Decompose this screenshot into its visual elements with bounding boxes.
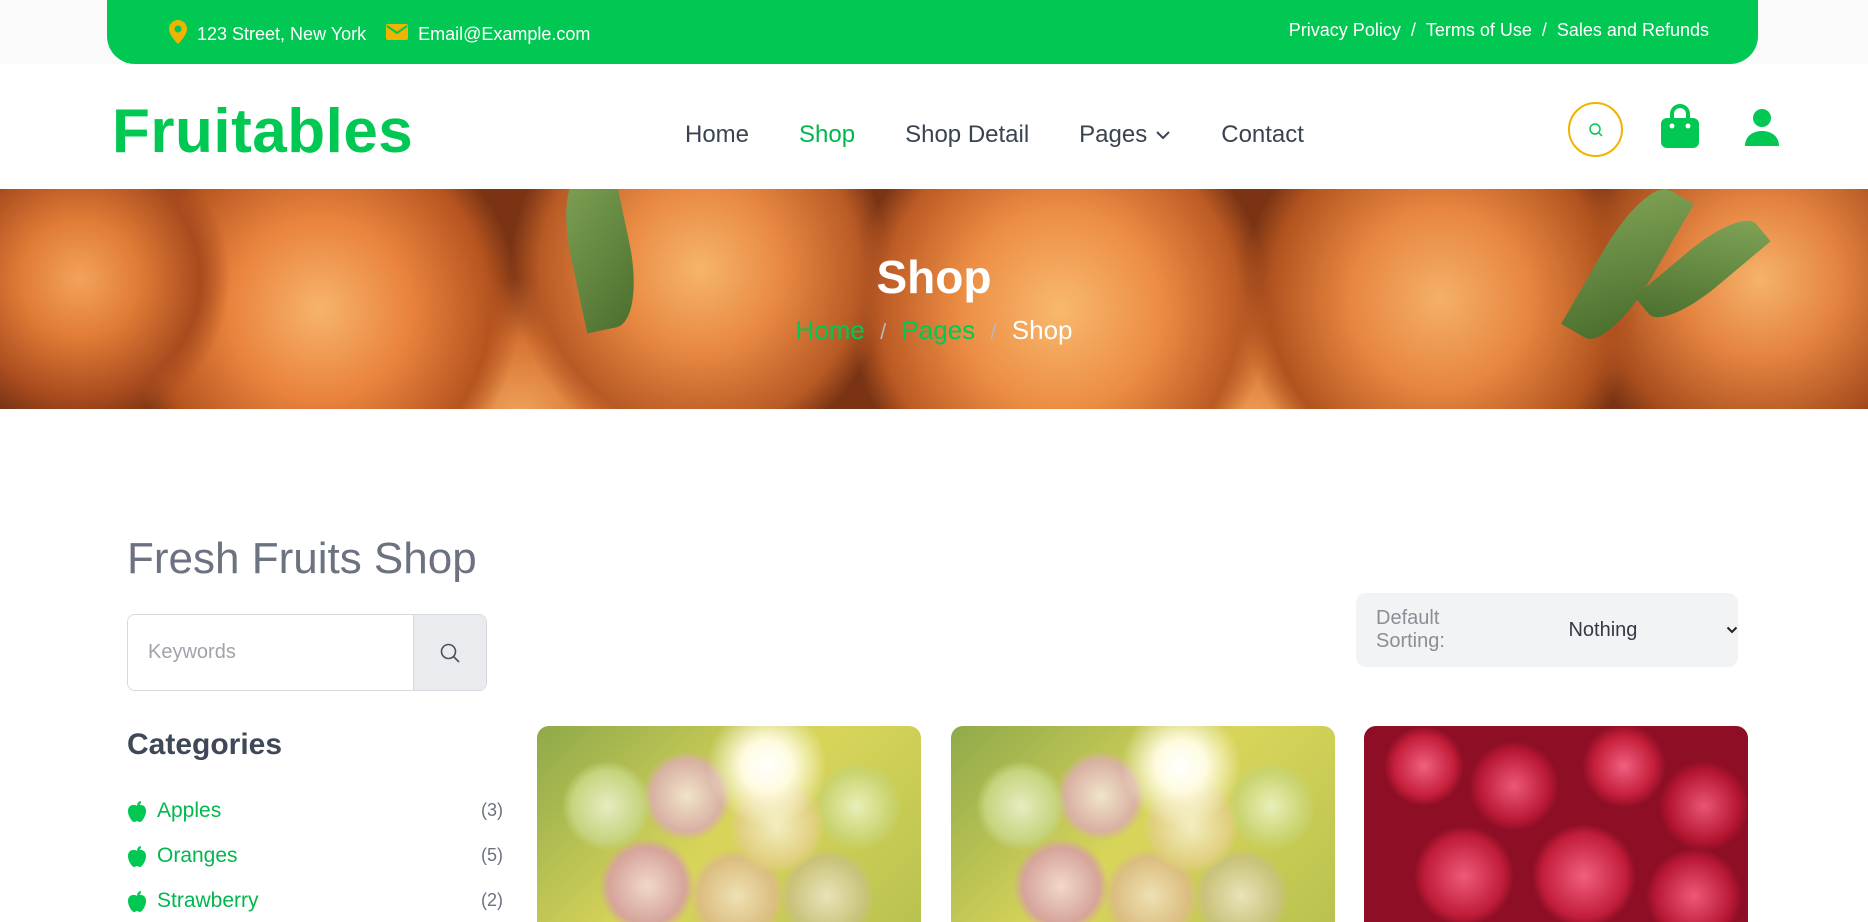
breadcrumb-current: Shop: [1011, 315, 1073, 345]
category-item-oranges[interactable]: Oranges (5): [127, 833, 503, 878]
map-pin-icon: [169, 20, 197, 49]
category-label: Strawberry: [157, 888, 259, 912]
terms-of-use-link[interactable]: Terms of Use: [1426, 20, 1532, 41]
categories-heading: Categories: [127, 728, 283, 761]
email-item[interactable]: Email@Example.com: [386, 24, 590, 45]
breadcrumb-separator: /: [990, 319, 997, 344]
keyword-search-input[interactable]: [128, 615, 413, 690]
contact-info: 123 Street, New York Email@Example.com: [169, 20, 610, 49]
nav-actions: [1568, 102, 1781, 157]
breadcrumb-separator: /: [880, 319, 887, 344]
shopping-bag-icon: [1661, 104, 1699, 148]
user-icon: [1745, 109, 1779, 146]
chevron-down-icon: [1726, 626, 1738, 634]
nav-item-pages-label: Pages: [1079, 121, 1148, 148]
category-item-apples[interactable]: Apples (3): [127, 788, 503, 833]
breadcrumb-pages[interactable]: Pages: [901, 315, 975, 345]
sorting-value: Nothing: [1568, 618, 1638, 641]
address-item: 123 Street, New York: [169, 20, 366, 49]
sorting-control: Default Sorting: Nothing: [1356, 593, 1738, 667]
account-button[interactable]: [1743, 108, 1781, 151]
sorting-label: Default Sorting:: [1376, 607, 1445, 652]
link-separator: /: [1541, 20, 1547, 40]
apple-icon: [128, 890, 146, 912]
policy-links: Privacy Policy / Terms of Use / Sales an…: [1289, 20, 1709, 41]
category-count: (3): [481, 800, 503, 820]
nav-item-shop-detail[interactable]: Shop Detail: [905, 121, 1029, 149]
cart-button[interactable]: [1659, 104, 1701, 155]
apple-icon: [128, 800, 146, 822]
privacy-policy-link[interactable]: Privacy Policy: [1289, 20, 1401, 41]
search-button[interactable]: [1568, 102, 1623, 157]
nav-item-home[interactable]: Home: [685, 121, 749, 149]
keyword-search: [127, 614, 487, 691]
category-label: Oranges: [157, 843, 238, 867]
envelope-icon: [386, 24, 418, 45]
nav-item-pages[interactable]: Pages: [1079, 121, 1171, 149]
nav-item-shop[interactable]: Shop: [799, 121, 855, 149]
nav-menu: Home Shop Shop Detail Pages Contact: [685, 121, 1354, 149]
link-separator: /: [1410, 20, 1416, 40]
apple-icon: [128, 845, 146, 867]
address-text: 123 Street, New York: [197, 24, 367, 44]
category-link: Oranges: [127, 844, 238, 868]
search-icon: [440, 643, 460, 663]
sorting-select[interactable]: Nothing: [1568, 619, 1738, 642]
categories-list: Apples (3) Oranges (5) Strawberry (2): [127, 788, 503, 922]
category-link: Strawberry: [127, 889, 259, 913]
nav-item-contact[interactable]: Contact: [1221, 121, 1304, 149]
site-logo[interactable]: Fruitables: [112, 96, 413, 167]
breadcrumb: Home / Pages / Shop: [0, 315, 1868, 346]
chevron-down-icon: [1156, 131, 1170, 140]
product-card-grapes[interactable]: [951, 726, 1335, 922]
product-card-grapes[interactable]: [537, 726, 921, 922]
category-item-strawberry[interactable]: Strawberry (2): [127, 878, 503, 922]
category-label: Apples: [157, 798, 222, 822]
topbar: 123 Street, New York Email@Example.com P…: [107, 0, 1758, 64]
section-title: Fresh Fruits Shop: [127, 534, 477, 583]
search-icon: [1588, 122, 1603, 137]
keyword-search-button[interactable]: [413, 615, 486, 690]
product-card-raspberries[interactable]: [1364, 726, 1748, 922]
category-count: (5): [481, 845, 503, 865]
topbar-background: 123 Street, New York Email@Example.com P…: [0, 0, 1868, 64]
page-header-banner: Shop Home / Pages / Shop: [0, 189, 1868, 409]
main-navbar: Fruitables Home Shop Shop Detail Pages C…: [0, 64, 1868, 189]
category-count: (2): [481, 890, 503, 910]
sales-refunds-link[interactable]: Sales and Refunds: [1557, 20, 1709, 41]
category-link: Apples: [127, 799, 221, 823]
email-text[interactable]: Email@Example.com: [418, 24, 590, 45]
page-title: Shop: [876, 251, 992, 303]
breadcrumb-home[interactable]: Home: [795, 315, 864, 345]
